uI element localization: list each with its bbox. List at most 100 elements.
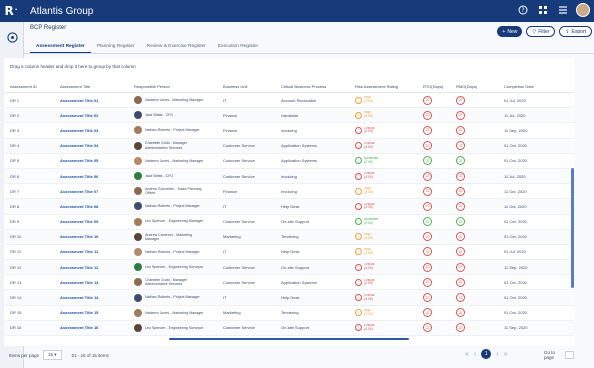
rto-badge: 22 [423, 308, 432, 318]
assessment-title-link[interactable]: Assessment Title 15 [56, 310, 132, 315]
assessment-title-link[interactable]: Assessment Title 16 [56, 325, 132, 330]
tab-review-exercise-register[interactable]: Review & Exercise Register [141, 42, 212, 53]
table-row[interactable]: DR 8 Assessment Title 08 Nathan Roberts - … [4, 199, 574, 215]
rto-badge: 22 [423, 323, 432, 333]
table-row[interactable]: DR 9 Assessment Title 09 Leo Spencer - Eng… [4, 215, 574, 230]
assessment-title-link[interactable]: Assessment Title 01 [56, 98, 132, 103]
column-header-rmo[interactable]: RMO(Days) [456, 84, 504, 89]
column-header-rto[interactable]: RTO(Days) [423, 84, 456, 89]
table-row[interactable]: DR 14 Assessment Title 14 Nathan Roberts -… [4, 290, 574, 306]
table-row[interactable]: DR 12 Assessment Title 12 Leo Spencer - En… [4, 260, 574, 276]
cell-assessment-id: DR 14 [10, 295, 22, 301]
help-icon[interactable]: ? [516, 3, 530, 17]
filter-icon: ▽ [532, 28, 537, 35]
assessment-title-link[interactable]: Assessment Title 11 [56, 249, 132, 254]
tab-planning-register[interactable]: Planning Register [91, 42, 141, 53]
cell-responsible-person: Nadeem Jones - Marketing Manager [132, 96, 223, 105]
column-header-responsible-person[interactable]: Responsible Person [132, 84, 223, 89]
cell-business-unit: IT [223, 203, 227, 209]
cell-rto: 22 [423, 323, 456, 333]
menu-icon[interactable] [556, 3, 570, 17]
person-name: Nadeem Jones - Marketing Manager [145, 158, 204, 163]
cell-assessment-id: DR 1 [10, 97, 20, 103]
tab-assessment-register[interactable]: Assessment Register [30, 42, 91, 53]
cell-responsible-person: Chantelle Guild - Manager Administrative… [132, 278, 223, 287]
column-header-assessment-id[interactable]: Assessment ID [4, 84, 56, 89]
prev-page-icon[interactable]: ‹ [474, 351, 476, 358]
tab-execution-register[interactable]: Execution Register [212, 42, 264, 53]
cell-responsible-person: Leo Spencer - Engineering Manager [132, 217, 223, 226]
group-drop-zone[interactable]: Drag a column header and drop it here to… [10, 64, 136, 69]
table-row[interactable]: DR 6 Assessment Title 06 Jack Watts - CFO C… [4, 168, 574, 185]
assessment-title-link[interactable]: Assessment Title 06 [56, 174, 132, 179]
assessment-title-link[interactable]: Assessment Title 02 [56, 113, 132, 118]
risk-rating-score: (3.00) [364, 311, 373, 316]
risk-rating-score: (3.50) [364, 250, 373, 255]
cell-risk-rating: ! Moderate (2.00) [355, 157, 423, 165]
assessment-title-link[interactable]: Assessment Title 14 [56, 295, 132, 300]
assessment-title-link[interactable]: Assessment Title 09 [56, 219, 132, 224]
table-row[interactable]: DR 3 Assessment Title 03 Nathan Roberts - … [4, 123, 574, 139]
cell-business-unit: Customer Service [223, 279, 255, 285]
table-row[interactable]: DR 1 Assessment Title 01 Nadeem Jones - Ma… [4, 93, 574, 109]
table-row[interactable]: DR 10 Assessment Title 10 Andrew Cameron -… [4, 229, 574, 245]
current-page-button[interactable]: 1 [481, 349, 492, 359]
export-button[interactable]: ⇪ Export [559, 26, 592, 37]
rmo-badge: 22 [456, 125, 465, 135]
goto-page-input[interactable] [565, 351, 574, 359]
assessment-title-link[interactable]: Assessment Title 10 [56, 234, 132, 239]
column-header-completion-date[interactable]: Completion Date [504, 84, 574, 89]
person-name: Nathan Roberts - Project Manager [145, 249, 200, 254]
filter-button[interactable]: ▽ Filter [526, 26, 556, 37]
cell-rmo: 22 [456, 247, 504, 257]
column-header-business-unit[interactable]: Business Unit [223, 84, 281, 89]
cell-assessment-id: DR 12 [10, 264, 22, 270]
user-avatar[interactable] [576, 3, 590, 17]
cell-risk-rating: ! Critical (4.00) [355, 263, 423, 271]
table-row[interactable]: DR 7 Assessment Title 07 Andrew Schneider … [4, 184, 574, 200]
table-row[interactable]: DR 2 Assessment Title 02 Jack Watts - CFO F… [4, 108, 574, 124]
cell-critical-process: On-site Support [281, 325, 310, 331]
assessment-title-link[interactable]: Assessment Title 08 [56, 204, 132, 209]
items-per-page-select[interactable]: 15 ▾ [43, 350, 62, 360]
assessment-title-link[interactable]: Assessment Title 07 [56, 189, 132, 194]
table-row[interactable]: DR 13 Assessment Title 13 Chantelle Guild … [4, 275, 574, 291]
assessment-title-link[interactable]: Assessment Title 12 [56, 265, 132, 270]
cell-risk-rating: ! Moderate (2.00) [355, 218, 423, 226]
rmo-badge: 22 [456, 186, 465, 196]
risk-rating-score: (3.00) [364, 235, 373, 240]
assessment-title-link[interactable]: Assessment Title 13 [56, 280, 132, 285]
person-avatar [134, 293, 142, 302]
column-header-assessment-title[interactable]: Assessment Title [56, 84, 132, 89]
sidebar-dashboard-icon[interactable] [0, 26, 24, 48]
export-icon: ⇪ [565, 28, 570, 35]
table-row[interactable]: DR 11 Assessment Title 11 Nathan Roberts -… [4, 245, 574, 261]
assessment-title-link[interactable]: Assessment Title 04 [56, 143, 132, 148]
person-name: Nathan Roberts - Project Manager [145, 128, 200, 133]
person-name: Chantelle Guild - Manager Administrative… [145, 141, 187, 150]
column-header-critical-process[interactable]: Critical Business Process [281, 84, 355, 89]
person-avatar [134, 141, 142, 150]
table-row[interactable]: DR 15 Assessment Title 15 Nadeem Jones - M… [4, 306, 574, 321]
top-bar: R. Atlantis Group ? [0, 0, 594, 22]
assessment-title-link[interactable]: Assessment Title 03 [56, 128, 132, 133]
horizontal-scrollbar[interactable] [169, 338, 409, 340]
assessment-title-link[interactable]: Assessment Title 05 [56, 158, 132, 163]
last-page-icon[interactable]: » [504, 351, 508, 358]
apps-grid-icon[interactable] [536, 3, 550, 17]
first-page-icon[interactable]: « [465, 351, 469, 358]
app-logo[interactable]: R. [0, 0, 22, 22]
next-page-icon[interactable]: › [496, 351, 498, 358]
risk-rating-score: (4.00) [364, 205, 373, 210]
person-name: Jack Watts - CFO [145, 173, 174, 178]
table-row[interactable]: DR 5 Assessment Title 05 Nadeem Jones - Ma… [4, 154, 574, 169]
column-header-risk-rating[interactable]: Risk Assessment Rating [355, 84, 423, 89]
vertical-scrollbar[interactable] [571, 168, 574, 288]
rto-badge: 22 [423, 201, 432, 211]
table-row[interactable]: DR 4 Assessment Title 04 Chantelle Guild -… [4, 138, 574, 154]
risk-rating-icon: ! [355, 278, 362, 286]
rto-badge: 22 [423, 247, 432, 257]
cell-critical-process: Hardware [281, 112, 299, 118]
new-button[interactable]: + New [497, 26, 523, 37]
table-row[interactable]: DR 16 Assessment Title 16 Leo Spencer - En… [4, 320, 574, 336]
